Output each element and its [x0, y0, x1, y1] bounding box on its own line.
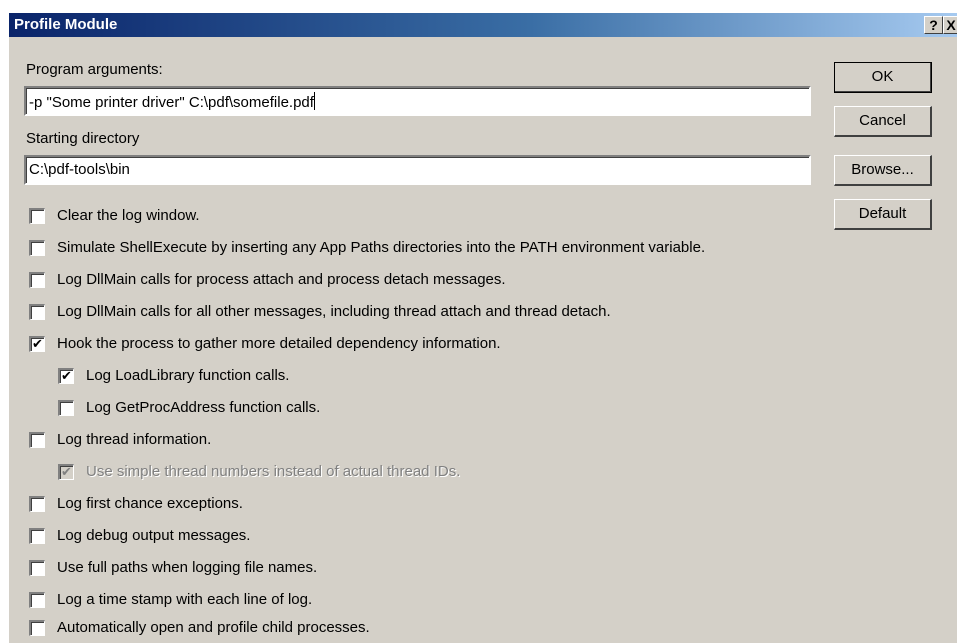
text-caret	[313, 92, 315, 110]
window-title: Profile Module	[14, 16, 118, 33]
profile-module-dialog: Profile Module ? X Program arguments: -p…	[8, 12, 957, 643]
program-arguments-input[interactable]: -p "Some printer driver" C:\pdf\somefile…	[24, 86, 811, 116]
checkbox[interactable]	[29, 272, 45, 288]
program-arguments-label: Program arguments:	[26, 61, 163, 78]
starting-directory-input[interactable]: C:\pdf-tools\bin	[24, 155, 811, 185]
checkbox[interactable]	[58, 400, 74, 416]
starting-directory-value: C:\pdf-tools\bin	[29, 161, 130, 178]
checkbox[interactable]	[29, 528, 45, 544]
cancel-button[interactable]: Cancel	[834, 106, 932, 137]
checkbox[interactable]	[29, 208, 45, 224]
checkbox[interactable]	[29, 304, 45, 320]
checkbox-checked[interactable]: ✔	[29, 336, 45, 352]
ok-button[interactable]: OK	[834, 62, 932, 93]
checkbox[interactable]	[29, 432, 45, 448]
default-button[interactable]: Default	[834, 199, 932, 230]
title-bar[interactable]: Profile Module ? X	[9, 13, 957, 37]
browse-button[interactable]: Browse...	[834, 155, 932, 186]
program-arguments-value: -p "Some printer driver" C:\pdf\somefile…	[29, 94, 314, 111]
starting-directory-label: Starting directory	[26, 130, 140, 147]
checkbox[interactable]	[29, 592, 45, 608]
help-icon[interactable]: ?	[924, 16, 943, 34]
checkbox[interactable]	[29, 240, 45, 256]
checkbox-checked-disabled: ✔	[58, 464, 74, 480]
checkbox[interactable]	[29, 560, 45, 576]
checkbox[interactable]	[29, 496, 45, 512]
close-icon[interactable]: X	[943, 16, 957, 34]
checkbox[interactable]	[29, 620, 45, 636]
checkbox-checked[interactable]: ✔	[58, 368, 74, 384]
